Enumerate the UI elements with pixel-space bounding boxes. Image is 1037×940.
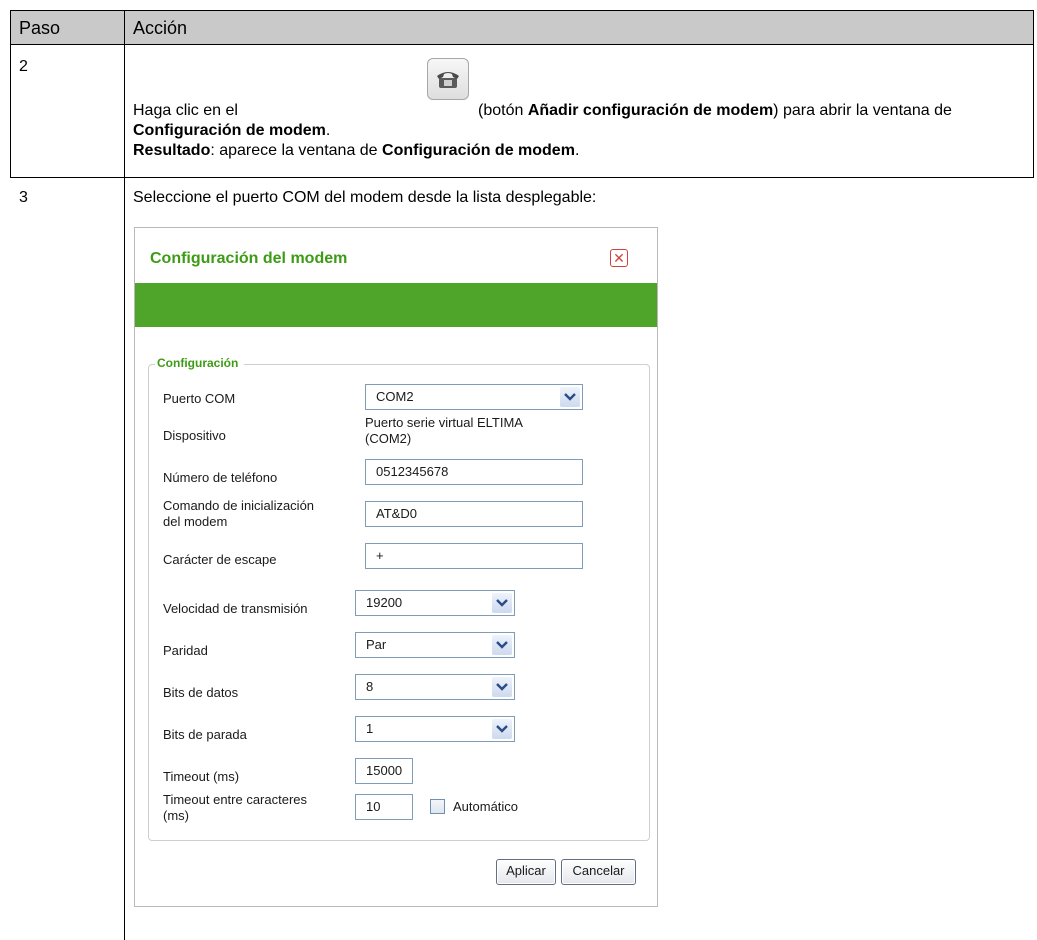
add-modem-config-button[interactable]	[427, 58, 469, 100]
char-timeout-label: Timeout entre caracteres (ms)	[163, 792, 307, 824]
modem-config-window-label-2: Configuración de modem	[382, 142, 575, 159]
escape-char-label: Carácter de escape	[163, 552, 277, 567]
init-command-input[interactable]: AT&D0	[365, 501, 583, 527]
header-action: Acción	[133, 18, 188, 38]
table-border-right	[1033, 10, 1034, 178]
table-border-left	[10, 10, 11, 178]
row-step-3: 3	[19, 189, 28, 206]
stop-bits-value: 1	[366, 721, 374, 736]
row-2-line-3: Resultado: aparece la ventana de Configu…	[133, 141, 579, 161]
com-port-select[interactable]: COM2	[365, 384, 583, 410]
parity-label: Paridad	[163, 643, 208, 658]
escape-char-input[interactable]: +	[365, 543, 583, 569]
data-bits-label: Bits de datos	[163, 685, 239, 700]
data-bits-select[interactable]: 8	[355, 674, 515, 700]
result-text: : aparece la ventana de	[210, 142, 383, 159]
cancel-button[interactable]: Cancelar	[561, 859, 636, 885]
baud-rate-label: Velocidad de transmisión	[163, 601, 308, 616]
row-2-line-1-rest: (botón Añadir configuración de modem) pa…	[478, 101, 952, 121]
parity-value: Par	[366, 637, 387, 652]
auto-checkbox[interactable]	[430, 799, 445, 814]
stop-bits-select[interactable]: 1	[355, 716, 515, 742]
phone-label: Número de teléfono	[163, 470, 278, 485]
dialog-title: Configuración del modem	[150, 250, 348, 267]
line-2-suffix: .	[325, 122, 331, 139]
table-row-divider	[10, 177, 1034, 178]
timeout-input[interactable]: 15000	[355, 758, 413, 784]
char-timeout-input[interactable]: 10	[355, 794, 413, 820]
modem-config-window-label: Configuración de modem	[133, 122, 326, 139]
chevron-down-icon	[492, 593, 512, 613]
table-header-divider	[10, 44, 1034, 45]
init-command-label: Comando de inicialización del modem	[163, 498, 314, 530]
device-label: Dispositivo	[163, 428, 226, 443]
phone-icon	[437, 72, 459, 88]
auto-checkbox-label: Automático	[453, 799, 519, 814]
dialog-header-band	[135, 283, 657, 327]
row-step-2: 2	[19, 58, 28, 75]
line-3-suffix: .	[574, 142, 580, 159]
device-value-line-2: (COM2)	[365, 431, 412, 446]
table-border-top	[10, 10, 1034, 11]
result-label: Resultado	[133, 142, 211, 159]
chevron-down-icon	[492, 719, 512, 739]
line-1-suffix: ) para abrir la ventana de	[773, 102, 952, 119]
char-timeout-label-line-1: Timeout entre caracteres	[163, 792, 308, 807]
stop-bits-label: Bits de parada	[163, 727, 247, 742]
baud-rate-select[interactable]: 19200	[355, 590, 515, 616]
row-2-line-2: Configuración de modem.	[133, 121, 330, 141]
device-value: Puerto serie virtual ELTIMA (COM2)	[365, 415, 523, 447]
paren-open: (botón	[478, 102, 528, 119]
init-command-label-line-1: Comando de inicialización	[163, 498, 315, 513]
device-value-line-1: Puerto serie virtual ELTIMA	[365, 415, 523, 430]
chevron-down-icon	[492, 677, 512, 697]
parity-select[interactable]: Par	[355, 632, 515, 658]
timeout-label: Timeout (ms)	[163, 769, 240, 784]
header-step: Paso	[19, 18, 61, 38]
com-port-value: COM2	[376, 389, 414, 404]
chevron-down-icon	[560, 387, 580, 407]
baud-rate-value: 19200	[366, 595, 403, 610]
config-group: Configuración Puerto COM COM2 Dispositiv…	[148, 356, 650, 841]
data-bits-value: 8	[366, 679, 374, 694]
char-timeout-label-line-2: (ms)	[163, 808, 189, 823]
add-modem-config-label: Añadir configuración de modem	[527, 102, 774, 119]
apply-button[interactable]: Aplicar	[496, 859, 556, 885]
close-icon[interactable]: ✕	[610, 249, 628, 267]
modem-config-dialog: Configuración del modem ✕ Configuración …	[134, 227, 658, 907]
row-3-text: Seleccione el puerto COM del modem desde…	[133, 189, 597, 206]
row-2-line-1: Haga clic en el	[133, 101, 238, 121]
table-column-divider	[124, 10, 125, 940]
row-2-line-1-prefix: Haga clic en el	[133, 102, 238, 119]
chevron-down-icon	[492, 635, 512, 655]
com-port-label: Puerto COM	[163, 391, 236, 406]
phone-input[interactable]: 0512345678	[365, 459, 583, 485]
config-group-legend: Configuración	[155, 356, 245, 370]
init-command-label-line-2: del modem	[163, 514, 228, 529]
